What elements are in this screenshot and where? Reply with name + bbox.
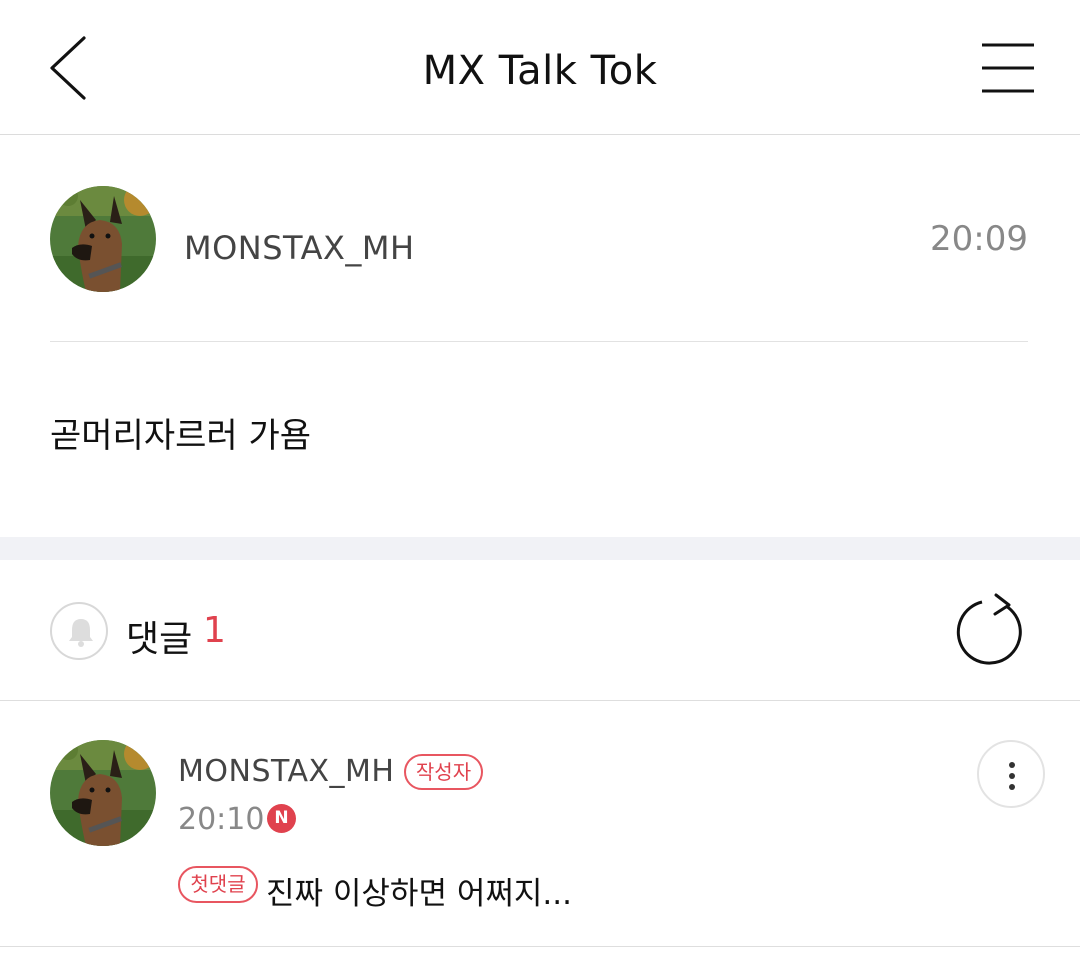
comment-timestamp: 20:10 <box>178 802 265 837</box>
comment-text: 진짜 이상하면 어쩌지... <box>266 876 572 912</box>
first-comment-badge: 첫댓글 <box>178 866 258 903</box>
post-timestamp: 20:09 <box>930 219 1028 259</box>
dog-avatar-image <box>50 186 156 292</box>
post-author-name[interactable]: MONSTAX_MH <box>184 229 415 267</box>
divider <box>50 341 1028 342</box>
menu-button[interactable] <box>976 40 1040 98</box>
comments-header: 댓글 1 <box>0 560 1080 701</box>
comments-label: 댓글 <box>126 619 193 660</box>
page-title: MX Talk Tok <box>422 48 658 94</box>
more-options-button[interactable] <box>977 740 1045 808</box>
avatar[interactable] <box>50 186 156 292</box>
refresh-icon <box>956 593 1022 665</box>
comments-count: 1 <box>203 610 226 651</box>
notification-button[interactable] <box>50 602 108 660</box>
author-badge: 작성자 <box>404 754 483 790</box>
post-header: MONSTAX_MH 20:09 <box>0 135 1080 341</box>
bell-icon <box>69 619 93 647</box>
post-content: 곧머리자르러 가욤 <box>50 416 312 456</box>
section-separator <box>0 537 1080 560</box>
comment-item: MONSTAX_MH 작성자 20:10 N 첫댓글 진짜 이상하면 어쩌지..… <box>0 702 1080 947</box>
dog-avatar-image <box>50 740 156 846</box>
comment-avatar[interactable] <box>50 740 156 846</box>
refresh-button[interactable] <box>950 592 1030 672</box>
comment-author-name[interactable]: MONSTAX_MH <box>178 754 395 789</box>
new-badge: N <box>267 804 296 833</box>
hamburger-menu-icon <box>982 43 1034 93</box>
top-bar: MX Talk Tok <box>0 0 1080 135</box>
